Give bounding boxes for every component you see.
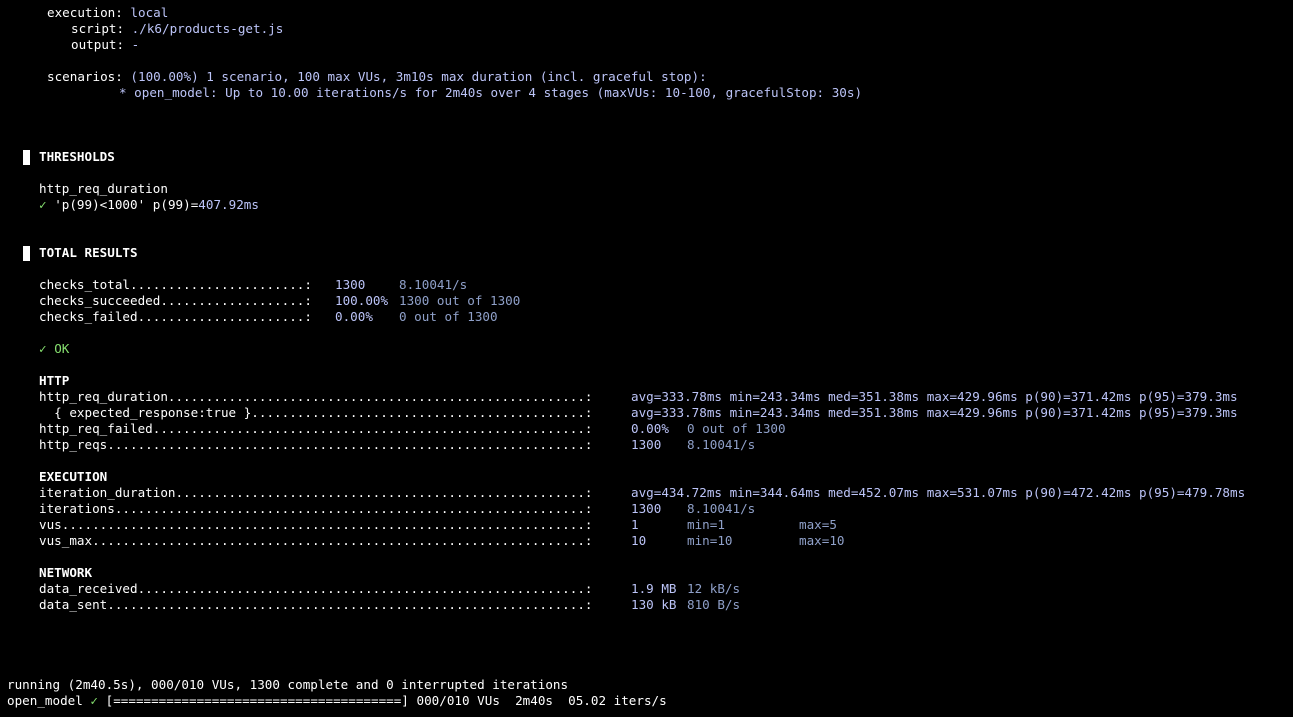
metric-max: max=5 [799,517,837,532]
metric-label: checks_succeeded...................: [39,293,312,308]
scenarios-value: (100.00%) 1 scenario, 100 max VUs, 3m10s… [130,69,707,84]
scenario-detail: * open_model: Up to 10.00 iterations/s f… [119,85,863,100]
check-mark-icon: ✓ [39,341,47,356]
check-mark-icon: ✓ [90,693,99,708]
metric-min: min=1 [687,517,725,532]
total-results-title: TOTAL RESULTS [39,245,138,260]
progress-bar: [======================================] [105,693,409,708]
metric-value: 100.00% [335,293,389,308]
scenario-progress: open_model ✓ [==========================… [7,693,667,709]
metric-extra: 810 B/s [687,597,741,612]
metric-value: 1300 [631,501,662,516]
running-status: running (2m40.5s), 000/010 VUs, 1300 com… [7,677,569,692]
metric-extra: 8.10041/s [399,277,468,292]
execution-line: execution: local [47,5,168,21]
metric-value: 1300 [335,277,366,292]
metric-extra: 8.10041/s [687,501,756,516]
execution-title: EXECUTION [39,469,108,484]
scenario-name: open_model [7,693,83,708]
scenarios-label: scenarios: [47,69,123,84]
metric-value: avg=333.78ms min=243.34ms med=351.38ms m… [631,405,1238,420]
metric-label: vus_max.................................… [39,533,593,548]
metric-min: min=10 [687,533,733,548]
metric-max: max=10 [799,533,845,548]
metric-value: 1.9 MB [631,581,677,596]
metric-row: vus_max.................................… [39,533,845,549]
metric-row: iteration_duration......................… [39,485,1245,501]
metric-row: { expected_response:true }..............… [39,405,1237,421]
metric-row: data_sent...............................… [39,597,740,613]
metric-label: vus.....................................… [39,517,593,532]
metric-row: http_req_duration.......................… [39,389,1238,405]
metric-label: data_sent...............................… [39,597,593,612]
metric-row: checks_total.......................: 1300… [39,277,467,293]
metric-extra: 12 kB/s [687,581,741,596]
thresholds-title: THRESHOLDS [39,149,115,164]
metric-value: 1300 [631,437,662,452]
metric-value: 10 [631,533,647,548]
metric-value: 130 kB [631,597,677,612]
threshold-result-label: p(99)= [152,197,199,212]
metric-value: avg=333.78ms min=243.34ms med=351.38ms m… [631,389,1238,404]
output-line: output: - [71,37,139,53]
output-value: - [131,37,140,52]
metric-extra: 0 out of 1300 [687,421,786,436]
threshold-rule: 'p(99)<1000' [54,197,146,212]
metric-row: iterations..............................… [39,501,755,517]
metric-value: 0.00% [335,309,373,324]
metric-row: http_reqs...............................… [39,437,755,453]
metric-label: iterations..............................… [39,501,593,516]
metric-label: checks_failed......................: [39,309,312,324]
script-value: ./k6/products-get.js [131,21,284,36]
threshold-metric: http_req_duration [39,181,168,196]
scenarios-line: scenarios: (100.00%) 1 scenario, 100 max… [47,69,707,85]
metric-label: iteration_duration......................… [39,485,593,500]
metric-value: 0.00% [631,421,669,436]
metric-label: data_received...........................… [39,581,593,596]
threshold-result: ✓ 'p(99)<1000' p(99)=407.92ms [39,197,259,213]
section-marker-icon [23,246,30,261]
metric-row: http_req_failed.........................… [39,421,786,437]
execution-label: execution: [47,5,123,20]
metric-label: http_req_failed.........................… [39,421,593,436]
metric-label: { expected_response:true }..............… [39,405,593,420]
metric-extra: 1300 out of 1300 [399,293,521,308]
metric-label: http_req_duration.......................… [39,389,593,404]
scenario-status: 000/010 VUs 2m40s 05.02 iters/s [416,693,667,708]
script-line: script: ./k6/products-get.js [71,21,283,37]
section-marker-icon [23,150,30,165]
metric-row: data_received...........................… [39,581,740,597]
metric-label: http_reqs...............................… [39,437,593,452]
ok-label: OK [54,341,70,356]
metric-value: 1 [631,517,639,532]
execution-value: local [130,5,169,20]
metric-row: vus.....................................… [39,517,837,533]
http-title: HTTP [39,373,70,388]
metric-extra: 0 out of 1300 [399,309,498,324]
threshold-result-value: 407.92ms [198,197,259,212]
output-label: output: [71,37,125,52]
metric-row: checks_failed......................: 0.00… [39,309,498,325]
terminal-window: execution: local script: ./k6/products-g… [0,0,1293,717]
metric-row: checks_succeeded...................: 100.… [39,293,520,309]
ok-status: ✓ OK [39,341,69,357]
network-title: NETWORK [39,565,93,580]
script-label: script: [71,21,125,36]
metric-label: checks_total.......................: [39,277,312,292]
metric-value: avg=434.72ms min=344.64ms med=452.07ms m… [631,485,1246,500]
check-mark-icon: ✓ [39,197,47,212]
metric-extra: 8.10041/s [687,437,756,452]
